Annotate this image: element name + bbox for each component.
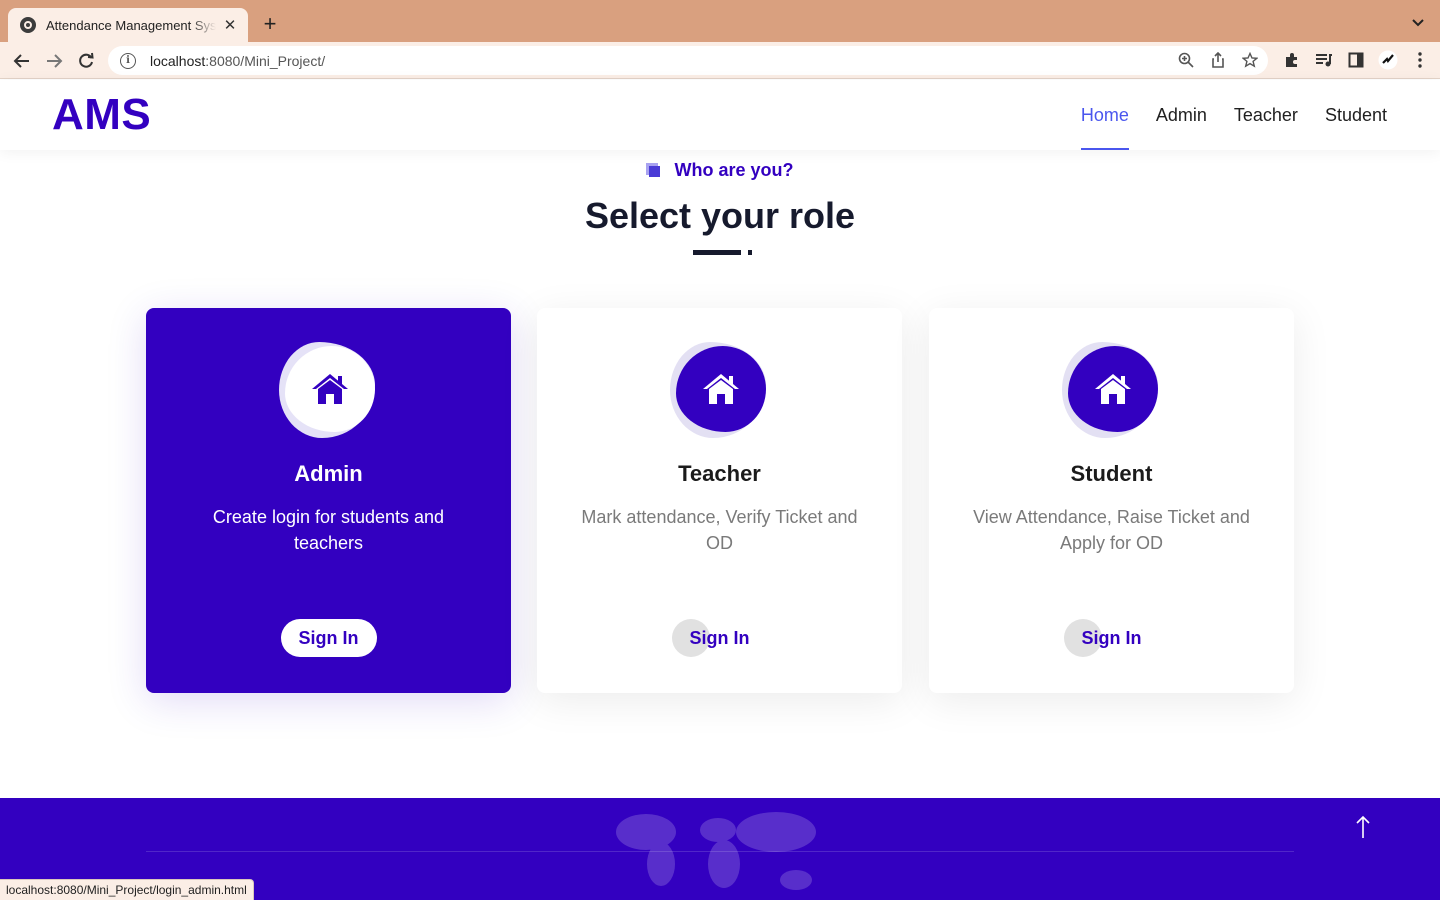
subtitle-text: Who are you? (674, 160, 794, 180)
site-info-icon[interactable]: i (120, 52, 136, 69)
new-tab-icon[interactable]: + (258, 12, 282, 36)
admin-sign-in-button[interactable]: Sign In (280, 619, 377, 657)
main-nav: Home Admin Teacher Student (1080, 80, 1387, 150)
browser-toolbar: i localhost:8080/Mini_Project/ (0, 42, 1440, 79)
tab-title: Attendance Management System (46, 17, 216, 33)
student-sign-in-button[interactable]: Sign In (1063, 619, 1160, 657)
card-description: Create login for students and teachers (212, 507, 445, 553)
section-subtitle: Who are you? (0, 160, 1440, 181)
page-title: Select your role (584, 195, 856, 236)
extensions-puzzle-icon[interactable] (1282, 50, 1302, 70)
title-underline (693, 250, 741, 255)
card-title: Admin (294, 461, 363, 486)
nav-teacher[interactable]: Teacher (1234, 80, 1298, 150)
card-title: Student (1070, 461, 1153, 486)
home-icon (1061, 342, 1162, 442)
back-arrow-icon[interactable] (10, 49, 34, 73)
title-underline-dot (748, 250, 752, 255)
card-description: View Attendance, Raise Ticket and Apply … (973, 507, 1250, 553)
role-card-admin[interactable]: Admin Create login for students and teac… (146, 308, 511, 693)
card-description: Mark attendance, Verify Ticket and OD (581, 507, 858, 553)
address-url: localhost:8080/Mini_Project/ (150, 52, 326, 69)
role-card-student[interactable]: Student View Attendance, Raise Ticket an… (929, 308, 1294, 693)
footer-divider (146, 851, 1294, 852)
side-panel-icon[interactable] (1346, 50, 1366, 70)
browser-status-url: localhost:8080/Mini_Project/login_admin.… (0, 879, 254, 900)
close-tab-icon[interactable]: ✕ (222, 17, 238, 33)
reload-icon[interactable] (74, 49, 98, 73)
profile-avatar[interactable] (1378, 50, 1398, 70)
site-logo[interactable]: AMS (52, 90, 151, 140)
tab-search-chevron-icon[interactable] (1410, 14, 1426, 30)
role-card-teacher[interactable]: Teacher Mark attendance, Verify Ticket a… (537, 308, 902, 693)
squares-icon (646, 162, 662, 179)
share-icon[interactable] (1210, 52, 1226, 68)
nav-admin[interactable]: Admin (1156, 80, 1207, 150)
address-bar[interactable]: i localhost:8080/Mini_Project/ (108, 46, 1268, 75)
home-icon (278, 342, 379, 442)
bookmark-star-icon[interactable] (1242, 52, 1258, 68)
site-header: AMS Home Admin Teacher Student (0, 80, 1440, 150)
zoom-icon[interactable] (1178, 52, 1194, 68)
teacher-sign-in-button[interactable]: Sign In (671, 619, 768, 657)
globe-icon (20, 17, 36, 33)
browser-menu-icon[interactable] (1410, 50, 1430, 70)
arrow-up-icon[interactable] (1352, 814, 1374, 840)
card-title: Teacher (678, 461, 761, 486)
browser-tabstrip: Attendance Management System ✕ + (0, 0, 1440, 42)
nav-student[interactable]: Student (1325, 80, 1387, 150)
media-playlist-icon[interactable] (1314, 50, 1334, 70)
nav-home[interactable]: Home (1080, 80, 1129, 150)
home-icon (669, 342, 770, 442)
browser-tab[interactable]: Attendance Management System ✕ (8, 8, 248, 42)
forward-arrow-icon[interactable] (42, 49, 66, 73)
